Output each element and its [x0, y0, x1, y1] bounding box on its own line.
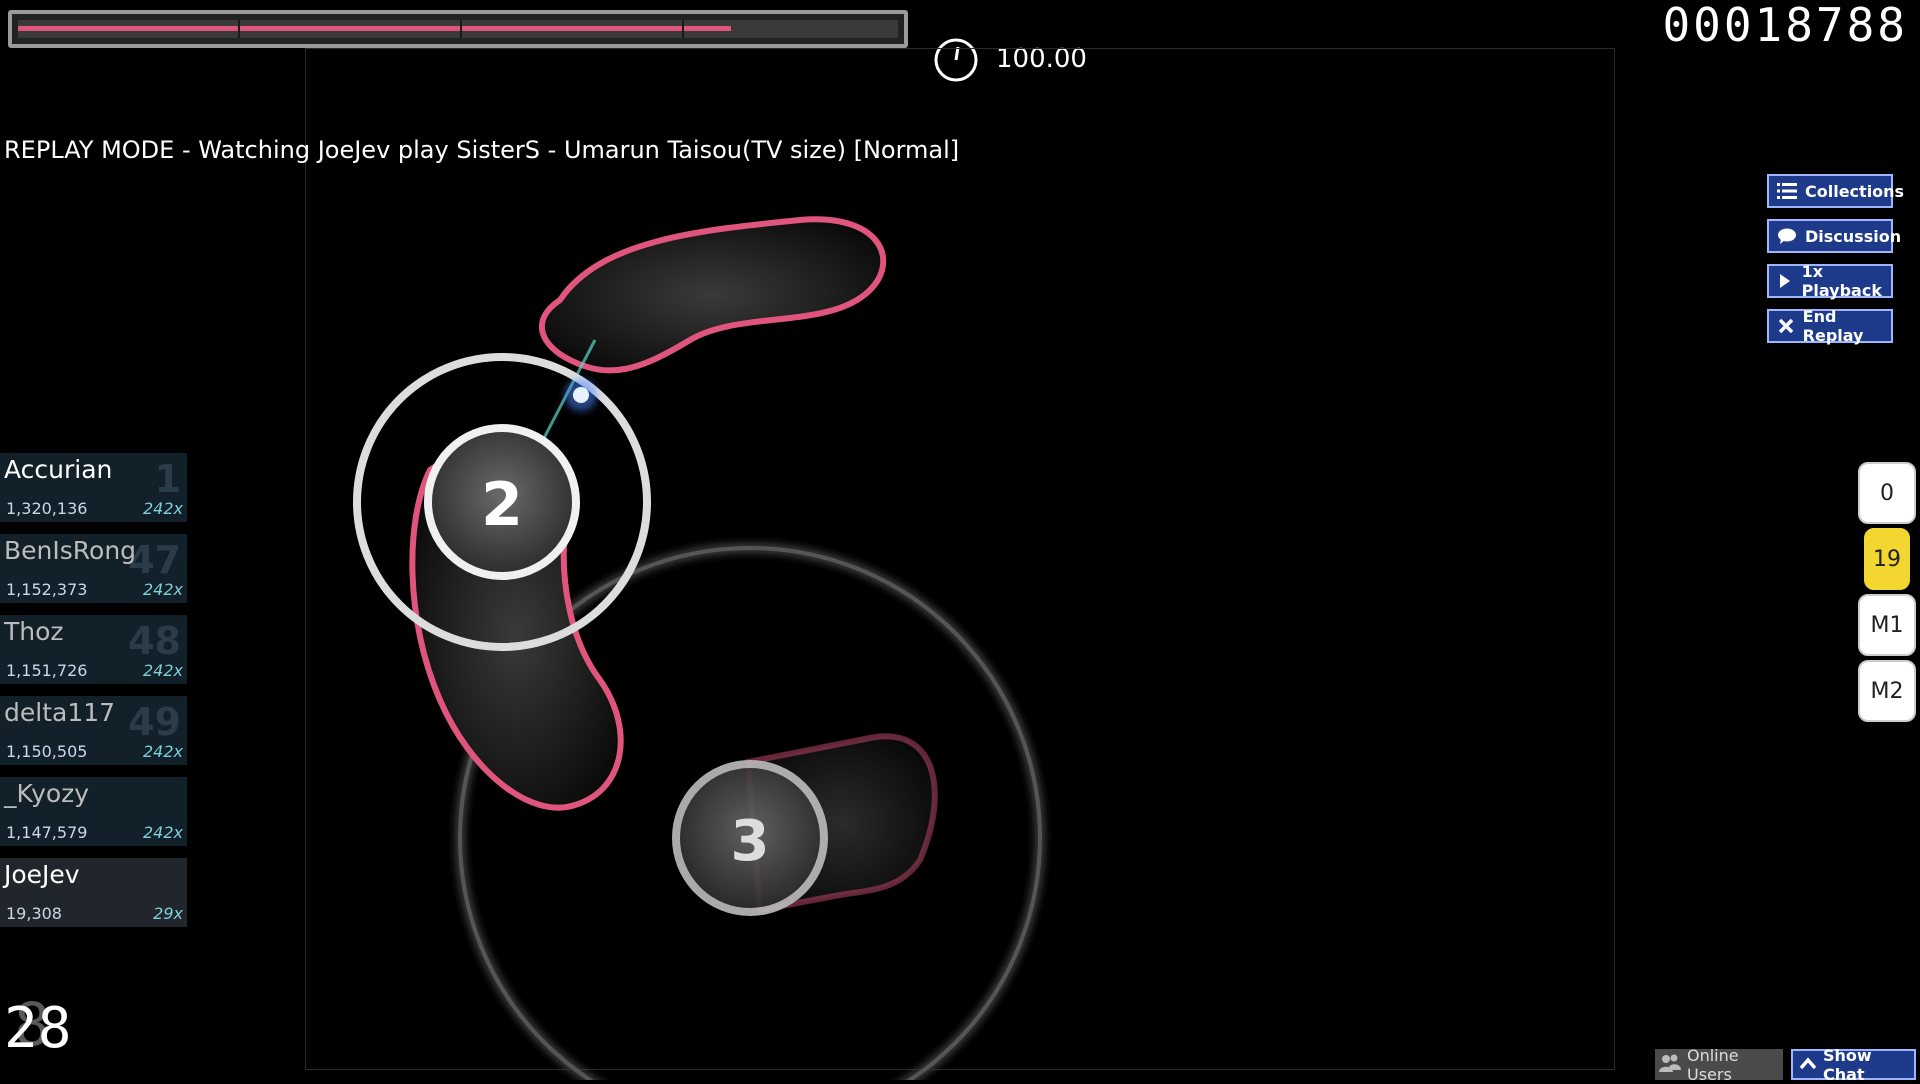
leaderboard-player-name: Accurian: [4, 455, 113, 484]
leaderboard-score: 1,320,136: [6, 499, 88, 518]
leaderboard-combo: 242x: [142, 823, 183, 842]
play-icon: [1777, 271, 1794, 291]
combo-counter: 28: [4, 996, 72, 1061]
close-icon: [1777, 316, 1795, 336]
end-replay-button[interactable]: End Replay: [1767, 307, 1893, 345]
hit-circle-number: 2: [481, 470, 523, 540]
cursor: [573, 387, 589, 403]
playback-speed-button[interactable]: 1x Playback: [1767, 262, 1893, 300]
key-overlay-m2: M2: [1858, 660, 1916, 722]
leaderboard-score: 1,152,373: [6, 580, 88, 599]
leaderboard-entry: 1 Accurian 1,320,136 242x: [0, 453, 187, 522]
leaderboard-entry: 48 Thoz 1,151,726 242x: [0, 615, 187, 684]
leaderboard-rank: 1: [154, 457, 181, 501]
chevron-up-icon: [1799, 1055, 1817, 1074]
discussion-button[interactable]: Discussion: [1767, 219, 1901, 253]
leaderboard-combo: 29x: [153, 904, 183, 923]
leaderboard-player-name: JoeJev: [4, 860, 80, 889]
leaderboard-rank: 49: [128, 700, 181, 744]
leaderboard-score: 1,147,579: [6, 823, 88, 842]
leaderboard-score: 1,150,505: [6, 742, 88, 761]
leaderboard-entry-current-player: JoeJev 19,308 29x: [0, 858, 187, 927]
replay-mode-banner: REPLAY MODE - Watching JoeJev play Siste…: [4, 136, 960, 164]
key-overlay-k1: 0: [1858, 462, 1916, 524]
leaderboard-combo: 242x: [142, 580, 183, 599]
leaderboard-score: 19,308: [6, 904, 62, 923]
leaderboard-entry: 49 delta117 1,150,505 242x: [0, 696, 187, 765]
show-chat-button[interactable]: Show Chat: [1791, 1046, 1916, 1084]
leaderboard-player-name: Thoz: [4, 617, 64, 646]
leaderboard-entry: _Kyozy 1,147,579 242x: [0, 777, 187, 846]
leaderboard-combo: 242x: [142, 742, 183, 761]
show-chat-label: Show Chat: [1823, 1045, 1872, 1084]
slider-body: [538, 216, 887, 374]
leaderboard-player-name: _Kyozy: [4, 779, 90, 808]
chat-bubble-icon: [1777, 226, 1797, 246]
leaderboard-rank: 48: [128, 619, 181, 663]
discussion-button-label: Discussion: [1805, 226, 1902, 246]
leaderboard-score: 1,151,726: [6, 661, 88, 680]
collections-button-label: Collections: [1805, 181, 1905, 201]
online-users-button[interactable]: Online Users: [1655, 1046, 1783, 1084]
key-overlay-m1: M1: [1858, 594, 1916, 656]
online-users-label: Online Users: [1687, 1045, 1739, 1084]
users-icon: [1659, 1053, 1681, 1077]
end-replay-button-label: End Replay: [1802, 307, 1864, 345]
key-overlay-k2: 19: [1864, 528, 1910, 590]
leaderboard-combo: 242x: [142, 661, 183, 680]
leaderboard-combo: 242x: [142, 499, 183, 518]
playback-speed-button-label: 1x Playback: [1801, 262, 1882, 300]
leaderboard-player-name: delta117: [4, 698, 116, 727]
hit-circle-number: 3: [731, 809, 770, 874]
leaderboard-rank: 47: [128, 538, 181, 582]
collections-button[interactable]: Collections: [1767, 174, 1904, 208]
list-icon: [1777, 181, 1797, 201]
leaderboard-entry: 47 BenIsRong 1,152,373 242x: [0, 534, 187, 603]
leaderboard-player-name: BenIsRong: [4, 536, 137, 565]
